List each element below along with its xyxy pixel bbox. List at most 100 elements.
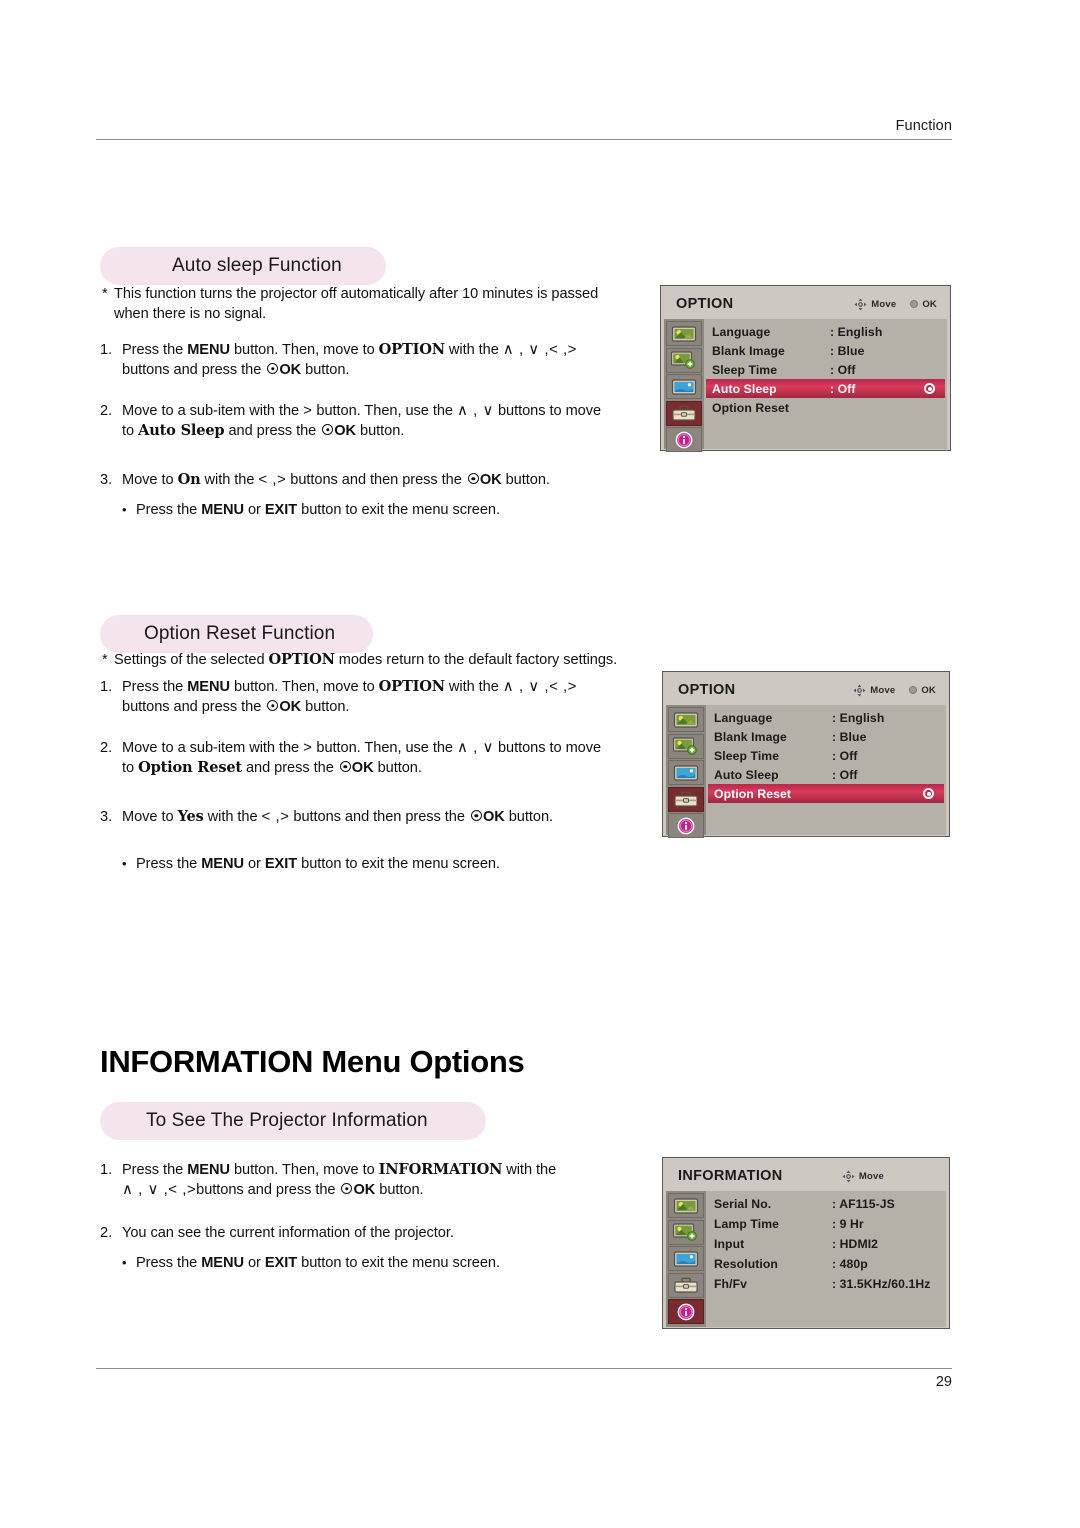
section-heading-projector-info: To See The Projector Information <box>100 1102 486 1140</box>
note-text-b: modes return to the default factory sett… <box>334 652 618 668</box>
ok-dot-icon <box>470 810 482 821</box>
osd-row-label: Auto Sleep <box>712 381 777 396</box>
picture-plus-icon[interactable] <box>668 1219 704 1245</box>
information-icon[interactable] <box>666 427 702 452</box>
step-text-b: with the <box>203 809 262 825</box>
osd-row[interactable]: Sleep Time : Off <box>706 746 946 765</box>
step-number: 2. <box>100 1225 113 1241</box>
move-label: Move <box>870 684 896 696</box>
osd-row-label: Auto Sleep <box>714 767 779 782</box>
osd-row-label: Sleep Time <box>714 748 780 763</box>
step-text-d: buttons and press the <box>122 362 266 378</box>
arrow-keys: ∧ , ∨ ,< ,> <box>502 341 577 358</box>
key-menu: MENU <box>187 1162 230 1178</box>
osd-row[interactable]: Sleep Time: Off <box>704 360 947 379</box>
step-text-a: Press the <box>122 342 188 358</box>
key-menu: MENU <box>187 679 230 695</box>
step-number: 2. <box>100 403 113 419</box>
osd-row[interactable]: Blank Image: Blue <box>704 341 947 360</box>
step-text-d: to <box>122 760 139 776</box>
step-text-a: Move to a sub-item with the <box>122 403 304 419</box>
option-reset-step-3: 3. Move to Yes with the < ,> buttons and… <box>100 807 680 827</box>
osd-row-label: Fh/Fv <box>714 1277 747 1291</box>
picture-plus-icon[interactable] <box>668 733 704 759</box>
osd-row[interactable]: Language: English <box>706 708 946 727</box>
osd-row[interactable]: Fh/Fv: 31.5KHz/60.1Hz <box>706 1274 946 1294</box>
osd-title-bar: OPTION Move OK <box>664 289 947 319</box>
osd-row-value: : Off <box>832 748 858 763</box>
step-number: 3. <box>100 809 113 825</box>
osd-information[interactable]: INFORMATION Move Serial No.: AF115-JS Lam… <box>662 1157 950 1329</box>
osd-row[interactable]: Input: HDMI2 <box>706 1234 946 1254</box>
pill-to-see-projector-information: To See The Projector Information <box>100 1102 486 1140</box>
page-header: Function <box>96 118 952 140</box>
osd-title-bar: OPTION Move OK <box>666 675 946 705</box>
header-label: Function <box>895 118 952 134</box>
information-icon[interactable] <box>668 813 704 838</box>
selected-radio-icon <box>923 788 934 799</box>
ok-dot-icon <box>322 424 334 435</box>
key-option: OPTION <box>268 651 335 668</box>
osd-rows: Language: English Blank Image: Blue Sleep … <box>704 319 947 449</box>
osd-row[interactable]: Resolution: 480p <box>706 1254 946 1274</box>
step-text-a: Move to <box>122 809 178 825</box>
osd-row[interactable]: Auto Sleep : Off <box>706 379 945 398</box>
osd-row-value: : Off <box>830 381 856 396</box>
picture-plus-icon[interactable] <box>666 347 702 373</box>
bullet-text-a: Press the <box>136 856 202 872</box>
note-marker: * <box>102 652 108 668</box>
picture-icon[interactable] <box>668 707 704 732</box>
step-text-b: button. Then, move to <box>229 342 379 358</box>
key-exit: EXIT <box>264 856 298 872</box>
screen-blue-icon[interactable] <box>668 1246 704 1271</box>
bullet-text-c: button to exit the menu screen. <box>297 502 500 518</box>
step-number: 3. <box>100 472 113 488</box>
osd-row[interactable]: Blank Image: Blue <box>706 727 946 746</box>
osd-row[interactable]: Serial No.: AF115-JS <box>706 1194 946 1214</box>
step-text-a: Press the <box>122 679 188 695</box>
information-icon[interactable] <box>668 1299 704 1324</box>
auto-sleep-bullet: • Press the MENU or EXIT button to exit … <box>100 500 680 520</box>
key-yes: Yes <box>177 808 204 825</box>
key-exit: EXIT <box>264 1255 298 1271</box>
step-text-a: Move to a sub-item with the <box>122 740 304 756</box>
bullet-text-b: or <box>243 502 265 518</box>
osd-row-value: : Off <box>832 767 858 782</box>
picture-icon[interactable] <box>668 1193 704 1218</box>
toolbox-icon[interactable] <box>668 786 704 812</box>
osd-hint-ok: OK <box>910 299 937 310</box>
step-text-c: buttons and then press the <box>289 809 469 825</box>
step-number: 1. <box>100 342 113 358</box>
ok-dot-icon <box>467 473 479 484</box>
osd-row[interactable]: Option Reset <box>708 784 944 803</box>
bullet-text-b: or <box>243 856 265 872</box>
osd-row-label: Resolution <box>714 1257 778 1271</box>
step-text-c: with the <box>444 679 503 695</box>
osd-row[interactable]: Auto Sleep : Off <box>706 765 946 784</box>
toolbox-icon[interactable] <box>666 400 702 426</box>
step-text-d: button. <box>501 472 550 488</box>
picture-icon[interactable] <box>666 321 702 346</box>
osd-row[interactable]: Lamp Time: 9 Hr <box>706 1214 946 1234</box>
osd-row[interactable]: Language: English <box>704 322 947 341</box>
osd-option-reset[interactable]: OPTION Move OK Language: English Blank … <box>662 671 950 838</box>
osd-row[interactable]: Option Reset <box>704 398 947 417</box>
toolbox-icon[interactable] <box>668 1272 704 1298</box>
osd-body: Language: English Blank Image: Blue Sleep … <box>664 319 947 452</box>
key-option-reset: Option Reset <box>138 759 242 776</box>
key-ok: OK <box>279 362 302 378</box>
ok-circle-icon <box>909 686 918 694</box>
key-menu: MENU <box>201 502 244 518</box>
move-dpad-icon <box>842 1170 855 1183</box>
step-text-e: and press the <box>241 760 338 776</box>
bullet-text-a: Press the <box>136 502 202 518</box>
osd-icon-column <box>664 319 704 452</box>
screen-blue-icon[interactable] <box>666 374 702 399</box>
bullet-marker: • <box>122 856 127 871</box>
move-label: Move <box>871 298 897 310</box>
step-text-b: with the <box>200 472 259 488</box>
screen-blue-icon[interactable] <box>668 760 704 785</box>
step-text-c: buttons and then press the <box>286 472 466 488</box>
osd-option-auto-sleep[interactable]: OPTION Move OK Language: English Blank … <box>660 285 951 452</box>
move-dpad-icon <box>853 684 866 697</box>
